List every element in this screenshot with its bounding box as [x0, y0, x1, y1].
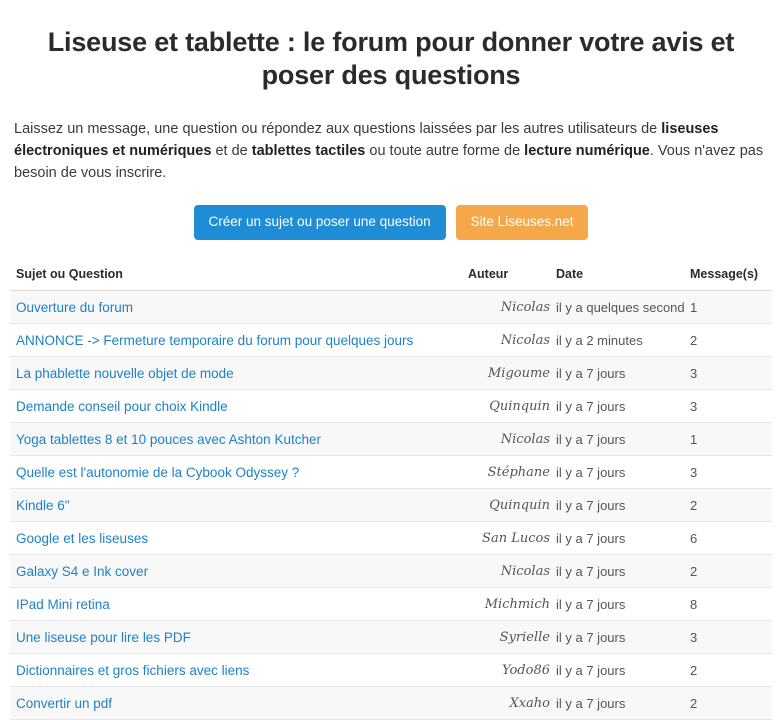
cell-message-count: 1 — [684, 422, 772, 456]
cell-author: Migoume — [462, 356, 550, 390]
cell-date: il y a 7 jours — [550, 521, 684, 555]
cell-date: il y a 7 jours — [550, 620, 684, 654]
cell-message-count: 8 — [684, 587, 772, 621]
cell-date: il y a 7 jours — [550, 554, 684, 588]
cell-date: il y a 7 jours — [550, 488, 684, 522]
column-header-date: Date — [550, 267, 684, 291]
cell-subject: IPad Mini retina — [10, 587, 462, 621]
table-row[interactable]: Une liseuse pour lire les PDF Syrielle il … — [10, 620, 772, 654]
intro-bold-2: tablettes tactiles — [251, 143, 366, 159]
table-row[interactable]: Quelle est l'autonomie de la Cybook Odys… — [10, 455, 772, 489]
table-row[interactable]: Google et les liseuses San Lucos il y a 7 … — [10, 521, 772, 555]
topic-link[interactable]: Convertir un pdf — [16, 696, 112, 711]
cell-author: Nicolas — [462, 290, 550, 324]
cell-message-count: 2 — [684, 653, 772, 687]
forum-topics-table: Sujet ou Question Auteur Date Message(s)… — [10, 267, 772, 720]
cell-message-count: 3 — [684, 620, 772, 654]
intro-paragraph: Laissez un message, une question ou répo… — [0, 92, 782, 184]
cell-message-count: 1 — [684, 290, 772, 324]
cell-author: Michmich — [462, 587, 550, 621]
topic-link[interactable]: Yoga tablettes 8 et 10 pouces avec Ashto… — [16, 432, 321, 447]
site-liseuses-button[interactable]: Site Liseuses.net — [455, 205, 589, 240]
column-header-subject: Sujet ou Question — [10, 267, 462, 291]
table-row[interactable]: IPad Mini retina Michmich il y a 7 jours 8 — [10, 587, 772, 621]
cell-subject: Galaxy S4 e Ink cover — [10, 554, 462, 588]
table-header: Sujet ou Question Auteur Date Message(s) — [10, 267, 772, 291]
cell-message-count: 3 — [684, 356, 772, 390]
topic-link[interactable]: IPad Mini retina — [16, 597, 110, 612]
create-topic-button[interactable]: Créer un sujet ou poser une question — [193, 205, 446, 240]
action-button-bar: Créer un sujet ou poser une question Sit… — [0, 184, 782, 240]
cell-subject: ANNONCE -> Fermeture temporaire du forum… — [10, 323, 462, 357]
topic-link[interactable]: Dictionnaires et gros fichiers avec lien… — [16, 663, 249, 678]
cell-message-count: 6 — [684, 521, 772, 555]
intro-text-3: ou toute autre forme de — [365, 143, 525, 159]
column-header-author: Auteur — [462, 267, 550, 291]
cell-subject: Yoga tablettes 8 et 10 pouces avec Ashto… — [10, 422, 462, 456]
cell-message-count: 2 — [684, 686, 772, 720]
table-row[interactable]: La phablette nouvelle objet de mode Migou… — [10, 356, 772, 390]
topic-link[interactable]: Quelle est l'autonomie de la Cybook Odys… — [16, 465, 299, 480]
cell-message-count: 3 — [684, 455, 772, 489]
cell-author: Nicolas — [462, 422, 550, 456]
cell-subject: Ouverture du forum — [10, 290, 462, 324]
cell-author: Quinquin — [462, 488, 550, 522]
topic-link[interactable]: Demande conseil pour choix Kindle — [16, 399, 228, 414]
cell-subject: Convertir un pdf — [10, 686, 462, 720]
cell-message-count: 2 — [684, 554, 772, 588]
table-body: Ouverture du forum Nicolas il y a quelques… — [10, 290, 772, 720]
column-header-messages: Message(s) — [684, 267, 772, 291]
topic-link[interactable]: Kindle 6" — [16, 498, 70, 513]
topic-link[interactable]: Une liseuse pour lire les PDF — [16, 630, 191, 645]
cell-author: Quinquin — [462, 389, 550, 423]
cell-date: il y a quelques secondes — [550, 290, 684, 324]
table-row[interactable]: Convertir un pdf Xxaho il y a 7 jours 2 — [10, 686, 772, 720]
cell-date: il y a 7 jours — [550, 389, 684, 423]
topic-link[interactable]: La phablette nouvelle objet de mode — [16, 366, 234, 381]
intro-text-2: et de — [211, 143, 252, 159]
cell-subject: Dictionnaires et gros fichiers avec lien… — [10, 653, 462, 687]
cell-date: il y a 7 jours — [550, 653, 684, 687]
cell-author: Stéphane — [462, 455, 550, 489]
cell-subject: Une liseuse pour lire les PDF — [10, 620, 462, 654]
cell-date: il y a 7 jours — [550, 686, 684, 720]
cell-subject: Kindle 6" — [10, 488, 462, 522]
cell-author: Xxaho — [462, 686, 550, 720]
cell-subject: Demande conseil pour choix Kindle — [10, 389, 462, 423]
cell-message-count: 3 — [684, 389, 772, 423]
cell-author: Yodo86 — [462, 653, 550, 687]
intro-text-1: Laissez un message, une question ou répo… — [14, 121, 662, 137]
cell-subject: Google et les liseuses — [10, 521, 462, 555]
topic-link[interactable]: Ouverture du forum — [16, 300, 133, 315]
forum-table-container: Sujet ou Question Auteur Date Message(s)… — [0, 240, 782, 720]
table-row[interactable]: Yoga tablettes 8 et 10 pouces avec Ashto… — [10, 422, 772, 456]
cell-subject: La phablette nouvelle objet de mode — [10, 356, 462, 390]
cell-date: il y a 7 jours — [550, 422, 684, 456]
forum-page: Liseuse et tablette : le forum pour donn… — [0, 0, 782, 720]
cell-author: Nicolas — [462, 323, 550, 357]
topic-link[interactable]: Google et les liseuses — [16, 531, 148, 546]
cell-date: il y a 7 jours — [550, 455, 684, 489]
cell-date: il y a 2 minutes — [550, 323, 684, 357]
table-row[interactable]: Ouverture du forum Nicolas il y a quelques… — [10, 290, 772, 324]
cell-author: San Lucos — [462, 521, 550, 555]
table-row[interactable]: Dictionnaires et gros fichiers avec lien… — [10, 653, 772, 687]
table-row[interactable]: ANNONCE -> Fermeture temporaire du forum… — [10, 323, 772, 357]
page-title: Liseuse et tablette : le forum pour donn… — [47, 27, 735, 90]
topic-link[interactable]: ANNONCE -> Fermeture temporaire du forum… — [16, 333, 413, 348]
table-row[interactable]: Demande conseil pour choix Kindle Quinqui… — [10, 389, 772, 423]
topic-link[interactable]: Galaxy S4 e Ink cover — [16, 564, 148, 579]
table-row[interactable]: Kindle 6" Quinquin il y a 7 jours 2 — [10, 488, 772, 522]
cell-subject: Quelle est l'autonomie de la Cybook Odys… — [10, 455, 462, 489]
cell-date: il y a 7 jours — [550, 587, 684, 621]
intro-bold-3: lecture numérique — [524, 143, 650, 159]
cell-author: Syrielle — [462, 620, 550, 654]
table-header-row: Sujet ou Question Auteur Date Message(s) — [10, 267, 772, 291]
cell-message-count: 2 — [684, 323, 772, 357]
table-row[interactable]: Galaxy S4 e Ink cover Nicolas il y a 7 jou… — [10, 554, 772, 588]
cell-message-count: 2 — [684, 488, 772, 522]
cell-author: Nicolas — [462, 554, 550, 588]
cell-date: il y a 7 jours — [550, 356, 684, 390]
